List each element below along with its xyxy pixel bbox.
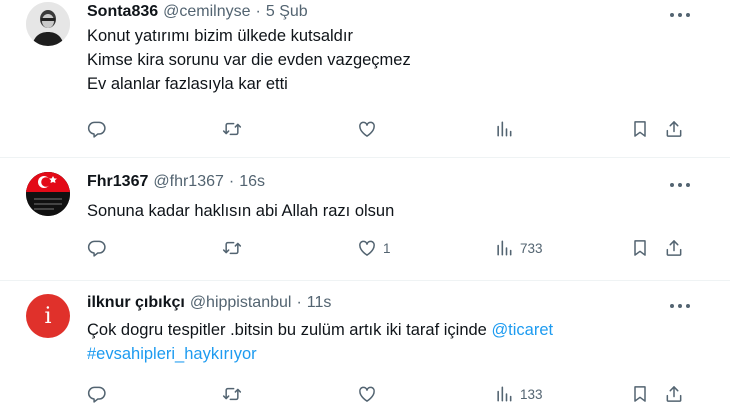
views-button[interactable]: 133 bbox=[494, 383, 543, 405]
separator-dot: · bbox=[296, 294, 302, 311]
timestamp[interactable]: 11s bbox=[307, 294, 332, 312]
reply-button[interactable] bbox=[87, 383, 107, 405]
share-icon bbox=[664, 384, 684, 404]
timestamp[interactable]: 16s bbox=[239, 173, 265, 191]
tweet-text-part: Çok dogru tespitler .bitsin bu zulüm art… bbox=[87, 321, 492, 339]
tweet-text-line: Çok dogru tespitler .bitsin bu zulüm art… bbox=[87, 318, 553, 342]
retweet-button[interactable] bbox=[222, 118, 242, 140]
retweet-button[interactable] bbox=[222, 237, 242, 259]
tweet-text-line: Sonuna kadar haklısın abi Allah razı ols… bbox=[87, 202, 395, 220]
retweet-button[interactable] bbox=[222, 383, 242, 405]
view-count: 733 bbox=[520, 240, 543, 256]
user-handle[interactable]: @hippistanbul bbox=[190, 294, 292, 312]
views-button[interactable]: 733 bbox=[494, 237, 543, 259]
avatar-image bbox=[26, 2, 70, 46]
like-button[interactable]: 1 bbox=[357, 237, 391, 259]
like-button[interactable] bbox=[357, 383, 383, 405]
bookmark-icon bbox=[630, 119, 650, 139]
avatar[interactable] bbox=[26, 172, 70, 216]
action-bar bbox=[87, 118, 687, 140]
separator-dot: · bbox=[228, 173, 235, 190]
user-handle[interactable]: @cemilnyse bbox=[163, 3, 250, 21]
share-icon bbox=[664, 119, 684, 139]
tweet[interactable]: Sonta836 @cemilnyse · 5 Şub Konut yatırı… bbox=[0, 0, 730, 158]
share-icon bbox=[664, 238, 684, 258]
bookmark-button[interactable] bbox=[630, 237, 650, 259]
bookmark-icon bbox=[630, 238, 650, 258]
tweet-text-line: Ev alanlar fazlasıyla kar etti bbox=[87, 75, 288, 93]
tweet[interactable]: i ilknur çıbıkçı @hippistanbul · 11s Çok… bbox=[0, 281, 730, 420]
like-icon bbox=[357, 384, 377, 404]
display-name[interactable]: Fhr1367 bbox=[87, 173, 148, 191]
tweet-text-line: Kimse kira sorunu var die evden vazgeçme… bbox=[87, 51, 411, 69]
separator-dot: · bbox=[255, 3, 261, 20]
mention-link[interactable]: @ticaret bbox=[491, 321, 553, 339]
tweet-header: Sonta836 @cemilnyse · 5 Şub bbox=[87, 3, 308, 21]
tweet-header: Fhr1367 @fhr1367 · 16s bbox=[87, 173, 265, 191]
more-icon[interactable] bbox=[670, 299, 690, 313]
avatar[interactable] bbox=[26, 2, 70, 46]
views-icon bbox=[494, 384, 514, 404]
display-name[interactable]: ilknur çıbıkçı bbox=[87, 294, 185, 312]
views-button[interactable] bbox=[494, 118, 520, 140]
tweet-header: ilknur çıbıkçı @hippistanbul · 11s bbox=[87, 294, 331, 312]
tweet-text: Sonuna kadar haklısın abi Allah razı ols… bbox=[87, 199, 394, 223]
tweet-text: Konut yatırımı bizim ülkede kutsaldır Ki… bbox=[87, 24, 411, 96]
reply-icon bbox=[87, 238, 107, 258]
reply-button[interactable] bbox=[87, 237, 107, 259]
views-icon bbox=[494, 119, 514, 139]
reply-button[interactable] bbox=[87, 118, 107, 140]
like-button[interactable] bbox=[357, 118, 383, 140]
avatar-image bbox=[26, 172, 70, 216]
avatar-letter: i bbox=[44, 303, 52, 329]
views-icon bbox=[494, 238, 514, 258]
share-button[interactable] bbox=[664, 118, 684, 140]
tweet[interactable]: Fhr1367 @fhr1367 · 16s Sonuna kadar hakl… bbox=[0, 158, 730, 281]
reply-icon bbox=[87, 384, 107, 404]
bookmark-button[interactable] bbox=[630, 383, 650, 405]
tweet-text: Çok dogru tespitler .bitsin bu zulüm art… bbox=[87, 318, 553, 366]
retweet-icon bbox=[222, 384, 242, 404]
like-icon bbox=[357, 238, 377, 258]
like-icon bbox=[357, 119, 377, 139]
timestamp[interactable]: 5 Şub bbox=[266, 3, 308, 21]
share-button[interactable] bbox=[664, 383, 684, 405]
tweet-text-line: Konut yatırımı bizim ülkede kutsaldır bbox=[87, 27, 353, 45]
display-name[interactable]: Sonta836 bbox=[87, 3, 158, 21]
like-count: 1 bbox=[383, 240, 391, 256]
retweet-icon bbox=[222, 119, 242, 139]
bookmark-button[interactable] bbox=[630, 118, 650, 140]
view-count: 133 bbox=[520, 386, 543, 402]
hashtag-link[interactable]: #evsahipleri_haykırıyor bbox=[87, 342, 553, 366]
share-button[interactable] bbox=[664, 237, 684, 259]
action-bar: 1 733 bbox=[87, 237, 687, 259]
avatar[interactable]: i bbox=[26, 294, 70, 338]
bookmark-icon bbox=[630, 384, 650, 404]
reply-icon bbox=[87, 119, 107, 139]
user-handle[interactable]: @fhr1367 bbox=[153, 173, 224, 191]
more-icon[interactable] bbox=[670, 178, 690, 192]
more-icon[interactable] bbox=[670, 8, 690, 22]
action-bar: 133 bbox=[87, 383, 687, 405]
retweet-icon bbox=[222, 238, 242, 258]
